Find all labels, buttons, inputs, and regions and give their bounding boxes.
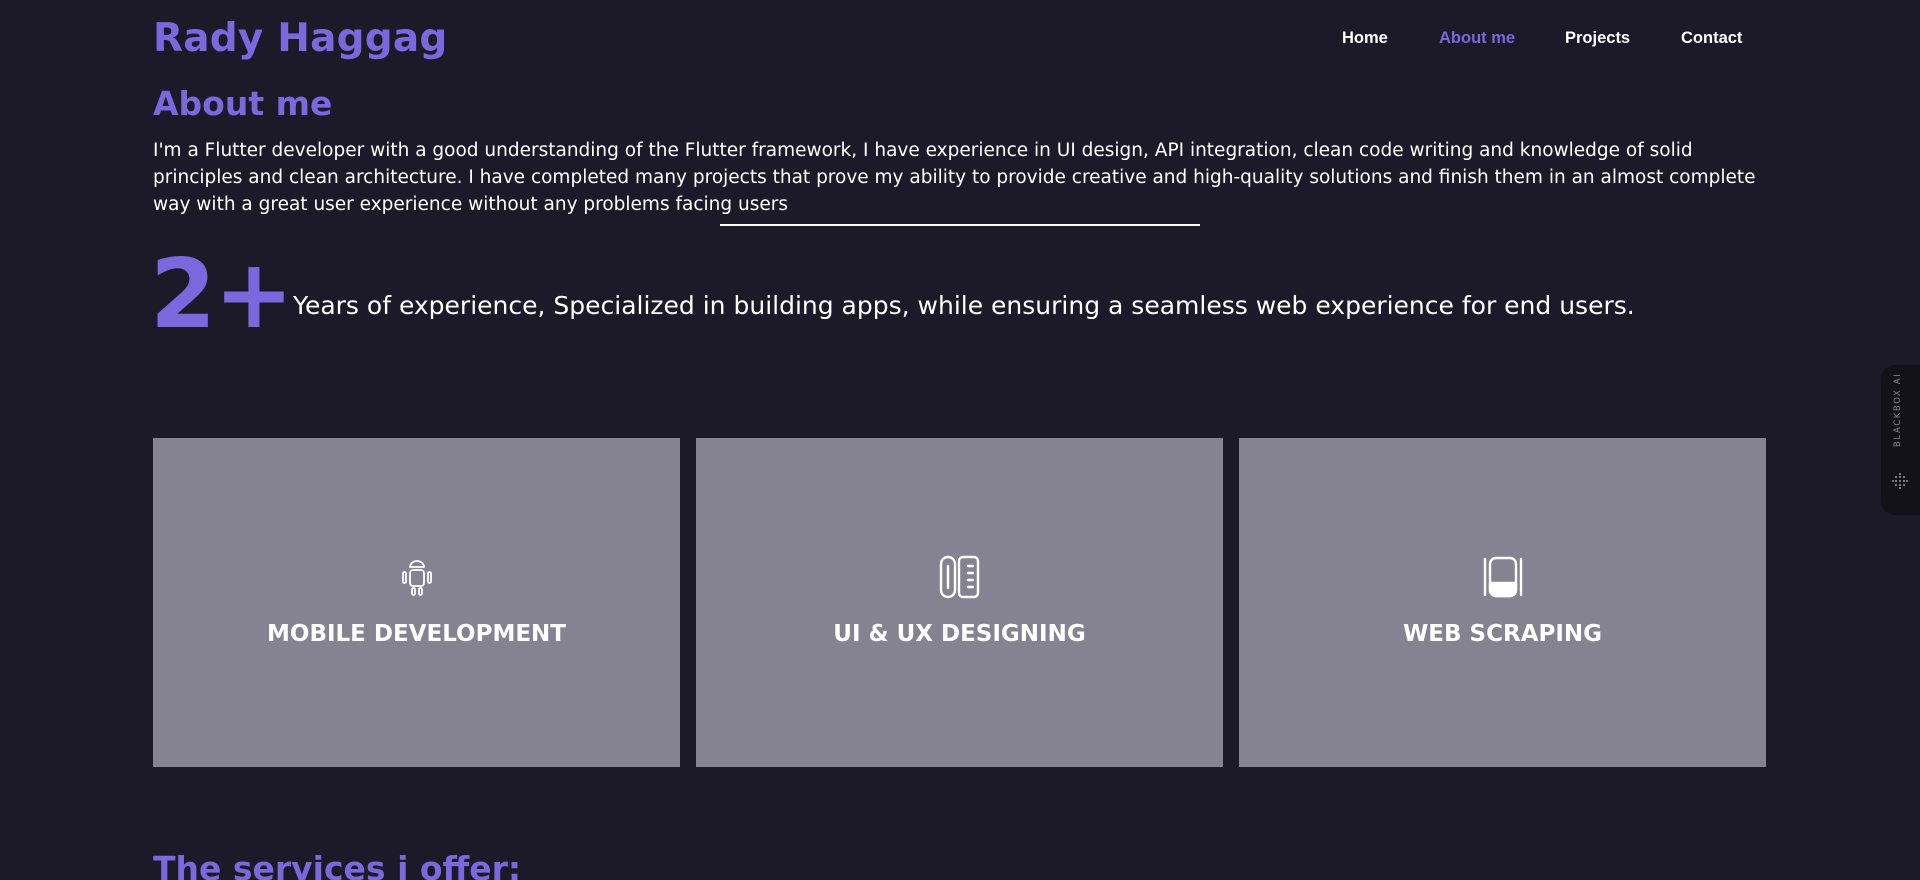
section-divider — [720, 224, 1200, 226]
about-title: About me — [153, 84, 333, 123]
nav-about-link[interactable]: About me — [1439, 29, 1515, 48]
widget-label: BLACKBOX AI — [1893, 372, 1903, 447]
card-web-scraping[interactable]: WEB SCRAPING — [1239, 438, 1766, 767]
android-robot-icon — [394, 554, 440, 600]
card-mobile-development[interactable]: MOBILE DEVELOPMENT — [153, 438, 680, 767]
about-description: I'm a Flutter developer with a good unde… — [153, 140, 1756, 215]
nav-contact-link[interactable]: Contact — [1681, 29, 1742, 48]
card-title: WEB SCRAPING — [1402, 621, 1603, 647]
nav-home-link[interactable]: Home — [1342, 29, 1388, 48]
card-title: MOBILE DEVELOPMENT — [267, 621, 566, 647]
experience-text: Years of experience, Specialized in buil… — [293, 291, 1635, 320]
pen-ruler-icon — [937, 554, 983, 600]
card-ui-ux-designing[interactable]: UI & UX DESIGNING — [696, 438, 1223, 767]
blackbox-ai-widget[interactable]: BLACKBOX AI — [1881, 365, 1920, 515]
dots-logo-icon — [1891, 472, 1909, 490]
main-nav: Home About me Projects Contact — [0, 29, 1920, 53]
card-title: UI & UX DESIGNING — [833, 621, 1086, 647]
services-title: The services i offer: — [153, 849, 522, 880]
spatula-scraper-icon — [1480, 554, 1526, 600]
nav-projects-link[interactable]: Projects — [1565, 29, 1630, 48]
experience-number: 2+ — [150, 240, 294, 350]
